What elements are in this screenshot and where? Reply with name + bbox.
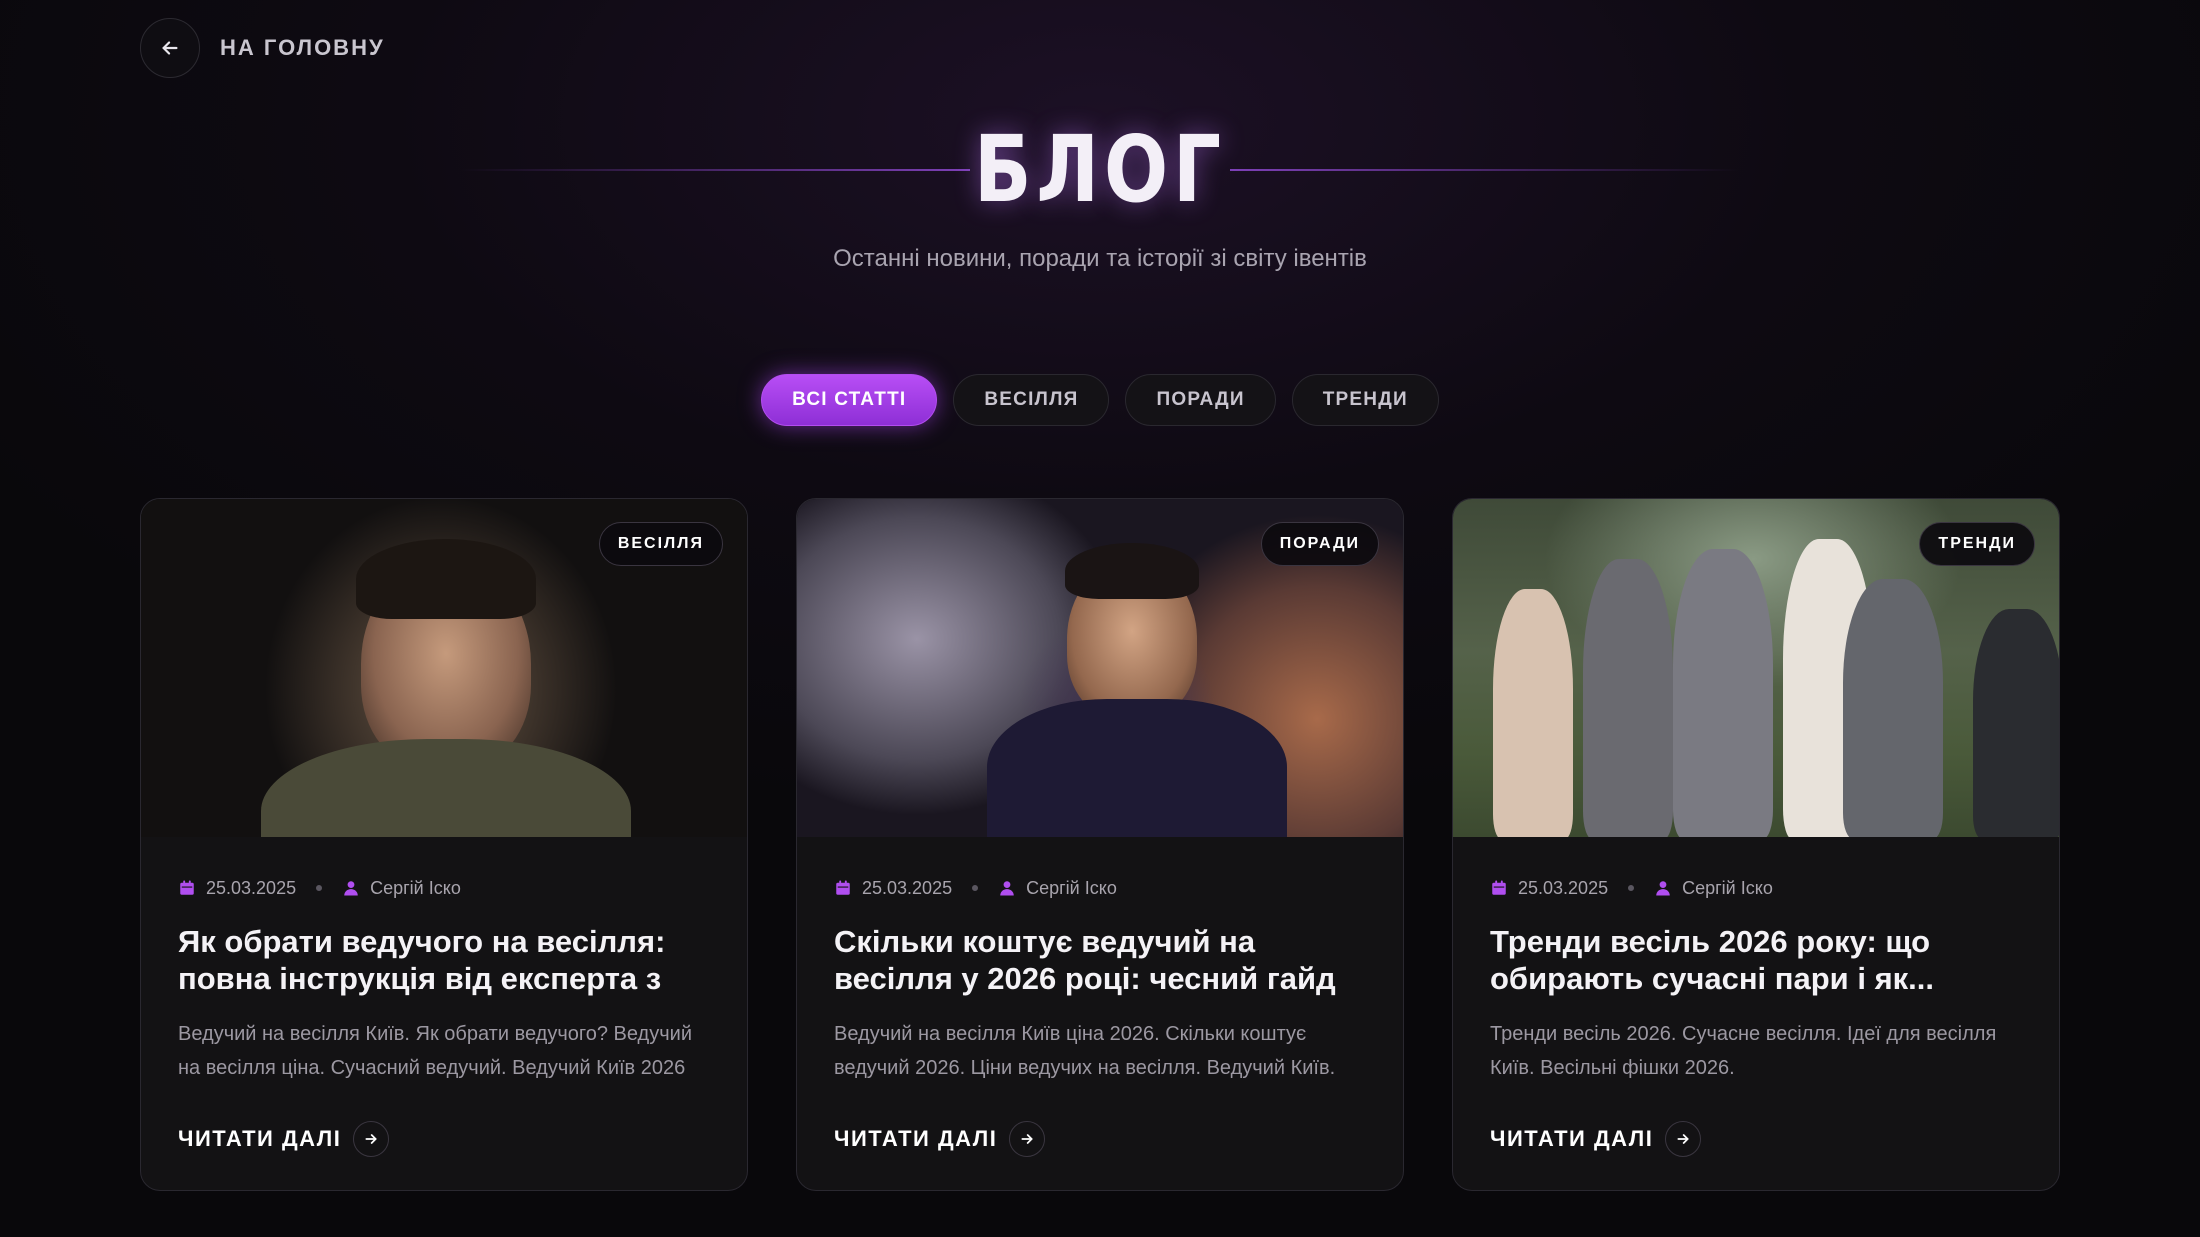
arrow-right-icon (1665, 1121, 1702, 1157)
article-description: Ведучий на весілля Київ ціна 2026. Скіль… (834, 1023, 1336, 1079)
back-to-home-link[interactable]: НА ГОЛОВНУ (140, 18, 385, 78)
category-filters: ВСІ СТАТТІ ВЕСІЛЛЯ ПОРАДИ ТРЕНДИ (0, 374, 2200, 426)
article-card[interactable]: ПОРАДИ 25.03.2025 Сергій Іско Скільки ко… (796, 498, 1404, 1191)
article-meta: 25.03.2025 Сергій Іско (834, 873, 1366, 903)
back-button[interactable] (140, 18, 200, 78)
article-meta: 25.03.2025 Сергій Іско (178, 873, 710, 903)
calendar-icon (1492, 880, 1506, 895)
arrow-right-icon (353, 1121, 390, 1157)
read-more-link[interactable]: ЧИТАТИ ДАЛІ (834, 1121, 1366, 1157)
article-date: 25.03.2025 (862, 877, 953, 898)
user-icon (1656, 881, 1670, 896)
arrow-right-icon (1009, 1121, 1046, 1157)
read-more-link[interactable]: ЧИТАТИ ДАЛІ (1490, 1121, 2022, 1157)
article-title[interactable]: Як обрати ведучого на весілля: повна інс… (178, 923, 710, 997)
article-date: 25.03.2025 (206, 877, 297, 898)
meta-separator (316, 885, 323, 891)
article-date: 25.03.2025 (1518, 877, 1609, 898)
article-title[interactable]: Тренди весіль 2026 року: що обирають суч… (1490, 923, 2022, 997)
article-author: Сергій Іско (1682, 877, 1773, 898)
arrow-left-icon (162, 41, 178, 55)
article-author: Сергій Іско (1026, 877, 1117, 898)
article-image[interactable]: ТРЕНДИ (1453, 499, 2059, 837)
back-label: НА ГОЛОВНУ (220, 35, 385, 60)
filter-tips[interactable]: ПОРАДИ (1125, 374, 1276, 426)
hero-header: БЛОГ (0, 110, 2200, 230)
article-description: Тренди весіль 2026. Сучасне весілля. Іде… (1490, 1023, 1997, 1079)
meta-separator (1628, 885, 1635, 891)
page-title: БЛОГ (973, 116, 1227, 223)
article-image[interactable]: ВЕСІЛЛЯ (141, 499, 747, 837)
filter-trends[interactable]: ТРЕНДИ (1291, 374, 1439, 426)
article-tag: ТРЕНДИ (1919, 522, 2035, 566)
article-author: Сергій Іско (370, 877, 461, 898)
article-tag: ВЕСІЛЛЯ (598, 522, 723, 566)
filter-all[interactable]: ВСІ СТАТТІ (761, 374, 938, 426)
user-icon (1000, 881, 1014, 896)
read-more-label: ЧИТАТИ ДАЛІ (178, 1126, 342, 1151)
read-more-label: ЧИТАТИ ДАЛІ (834, 1126, 998, 1151)
article-description: Ведучий на весілля Київ. Як обрати ведуч… (178, 1023, 692, 1079)
read-more-link[interactable]: ЧИТАТИ ДАЛІ (178, 1121, 710, 1157)
read-more-label: ЧИТАТИ ДАЛІ (1490, 1126, 1654, 1151)
article-card[interactable]: ТРЕНДИ 25.03.2025 Сергій Іско Тренди вес… (1452, 498, 2060, 1191)
filter-weddings[interactable]: ВЕСІЛЛЯ (953, 374, 1110, 426)
article-title[interactable]: Скільки коштує ведучий на весілля у 2026… (834, 923, 1366, 997)
article-card[interactable]: ВЕСІЛЛЯ 25.03.2025 Сергій Іско Як обрати… (140, 498, 748, 1191)
article-image[interactable]: ПОРАДИ (797, 499, 1403, 837)
user-icon (344, 881, 358, 896)
article-tag: ПОРАДИ (1260, 522, 1379, 566)
meta-separator (972, 885, 979, 891)
calendar-icon (836, 880, 850, 895)
article-grid: ВЕСІЛЛЯ 25.03.2025 Сергій Іско Як обрати… (140, 498, 2060, 1191)
calendar-icon (180, 880, 194, 895)
page-subtitle: Останні новини, поради та історії зі сві… (833, 245, 1367, 272)
article-meta: 25.03.2025 Сергій Іско (1490, 873, 2022, 903)
